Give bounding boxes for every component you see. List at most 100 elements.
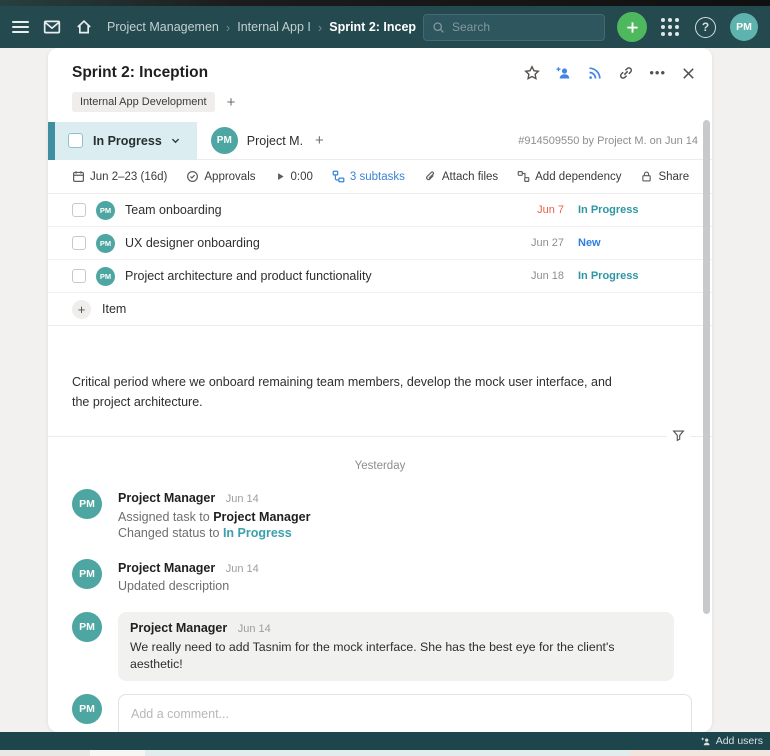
add-dependency-button[interactable]: Add dependency bbox=[517, 170, 621, 183]
dates-label: Jun 2–23 (16d) bbox=[90, 171, 167, 183]
approvals-label: Approvals bbox=[204, 171, 255, 183]
breadcrumb-task[interactable]: Sprint 2: Incep bbox=[329, 20, 416, 34]
copy-link-icon[interactable] bbox=[618, 65, 634, 81]
help-icon[interactable]: ? bbox=[695, 17, 716, 38]
chevron-down-icon bbox=[170, 135, 181, 146]
lock-icon bbox=[640, 170, 653, 183]
menu-icon[interactable] bbox=[12, 18, 29, 36]
task-checkbox[interactable] bbox=[68, 133, 83, 148]
search-input[interactable]: Search bbox=[423, 14, 605, 41]
add-users-label: Add users bbox=[716, 735, 763, 747]
breadcrumb-list[interactable]: Internal App I bbox=[237, 20, 311, 34]
subtask-title[interactable]: Project architecture and product functio… bbox=[125, 269, 372, 283]
feed-rss-icon[interactable] bbox=[587, 65, 603, 81]
subtask-checkbox[interactable] bbox=[72, 269, 86, 283]
activity-author[interactable]: Project Manager bbox=[118, 561, 215, 575]
task-created-meta: #914509550 by Project M. on Jun 14 bbox=[518, 135, 712, 147]
activity-author[interactable]: Project Manager bbox=[118, 491, 215, 505]
avatar: PM bbox=[72, 694, 102, 724]
activity-date: Jun 14 bbox=[226, 493, 259, 505]
more-options-icon[interactable]: ••• bbox=[649, 68, 666, 78]
comment-input[interactable] bbox=[131, 707, 679, 721]
breadcrumb: Project Managemen › Internal App I › Spr… bbox=[107, 20, 416, 35]
subtask-status[interactable]: In Progress bbox=[578, 270, 656, 282]
attach-files-button[interactable]: Attach files bbox=[424, 170, 498, 183]
search-placeholder: Search bbox=[452, 20, 490, 34]
avatar: PM bbox=[72, 559, 102, 589]
user-avatar[interactable]: PM bbox=[730, 13, 758, 41]
activity-comment: PM Project Manager Jun 14 We really need… bbox=[48, 612, 712, 682]
subtask-status[interactable]: In Progress bbox=[578, 204, 656, 216]
filter-funnel-icon[interactable] bbox=[667, 429, 690, 442]
approvals-button[interactable]: Approvals bbox=[186, 170, 255, 183]
favorite-star-icon[interactable] bbox=[524, 65, 540, 81]
comment-message: We really need to add Tasnim for the moc… bbox=[130, 639, 662, 672]
add-item-button[interactable]: + Item bbox=[48, 293, 712, 326]
apps-grid-icon[interactable] bbox=[661, 18, 679, 36]
home-icon[interactable] bbox=[75, 18, 93, 36]
avatar: PM bbox=[72, 489, 102, 519]
activity-entry: PM Project Manager Jun 14 Assigned task … bbox=[48, 489, 712, 542]
activity-day-label: Yesterday bbox=[48, 460, 712, 472]
assignee-chip[interactable]: PM Project M. bbox=[211, 127, 303, 154]
subtasks-button[interactable]: 3 subtasks bbox=[332, 170, 405, 183]
subtask-checkbox[interactable] bbox=[72, 203, 86, 217]
add-item-label: Item bbox=[102, 302, 126, 316]
subtasks-icon bbox=[332, 170, 345, 183]
subtask-due-date[interactable]: Jun 27 bbox=[518, 237, 564, 249]
subtask-checkbox[interactable] bbox=[72, 236, 86, 250]
add-users-button[interactable]: Add users bbox=[700, 735, 763, 747]
comment-author[interactable]: Project Manager bbox=[130, 621, 227, 635]
dependency-icon bbox=[517, 170, 530, 183]
play-icon bbox=[275, 171, 286, 182]
subtasks-label: 3 subtasks bbox=[350, 171, 405, 183]
table-row[interactable]: PM UX designer onboarding Jun 27 New bbox=[48, 227, 712, 260]
timer-button[interactable]: 0:00 bbox=[275, 171, 313, 183]
add-assignee-icon[interactable]: + bbox=[315, 132, 324, 149]
scrollbar[interactable] bbox=[703, 120, 710, 614]
comment-bubble[interactable]: Project Manager Jun 14 We really need to… bbox=[118, 612, 674, 682]
chevron-right-icon: › bbox=[318, 20, 322, 35]
bottom-status-bar: Add users bbox=[0, 732, 770, 750]
check-circle-icon bbox=[186, 170, 199, 183]
calendar-icon bbox=[72, 170, 85, 183]
subtask-due-date[interactable]: Jun 7 bbox=[518, 204, 564, 216]
subtask-due-date[interactable]: Jun 18 bbox=[518, 270, 564, 282]
status-dropdown[interactable]: In Progress bbox=[48, 122, 197, 160]
subtask-assignee-avatar: PM bbox=[96, 201, 115, 220]
activity-line: Updated description bbox=[118, 578, 259, 595]
background-page-strip bbox=[0, 750, 770, 756]
table-row[interactable]: PM Project architecture and product func… bbox=[48, 260, 712, 293]
top-navigation-bar: Project Managemen › Internal App I › Spr… bbox=[0, 0, 770, 48]
add-user-icon bbox=[700, 736, 712, 747]
status-link[interactable]: In Progress bbox=[223, 526, 292, 540]
status-label: In Progress bbox=[93, 134, 162, 148]
avatar: PM bbox=[72, 612, 102, 642]
add-tag-icon[interactable]: + bbox=[227, 94, 236, 111]
page-title: Sprint 2: Inception bbox=[72, 64, 208, 82]
subtask-title[interactable]: UX designer onboarding bbox=[125, 236, 260, 250]
subtask-status[interactable]: New bbox=[578, 237, 656, 249]
subtask-title[interactable]: Team onboarding bbox=[125, 203, 222, 217]
share-button[interactable]: Share bbox=[640, 170, 689, 183]
task-header-row: In Progress PM Project M. + #914509550 b… bbox=[48, 122, 712, 160]
dates-button[interactable]: Jun 2–23 (16d) bbox=[72, 170, 167, 183]
activity-line: Changed status to In Progress bbox=[118, 525, 310, 542]
subscribers-icon[interactable] bbox=[555, 65, 572, 81]
add-dependency-label: Add dependency bbox=[535, 171, 621, 183]
activity-divider bbox=[48, 436, 712, 437]
breadcrumb-project[interactable]: Project Managemen bbox=[107, 20, 219, 34]
close-icon[interactable] bbox=[681, 66, 696, 81]
task-description[interactable]: Critical period where we onboard remaini… bbox=[48, 326, 676, 412]
comment-input-box[interactable]: Aa Send bbox=[118, 694, 692, 732]
task-detail-panel: Sprint 2: Inception ••• Internal App Dev… bbox=[48, 48, 712, 732]
plus-icon: + bbox=[72, 300, 91, 319]
table-row[interactable]: PM Team onboarding Jun 7 In Progress bbox=[48, 194, 712, 227]
activity-entry: PM Project Manager Jun 14 Updated descri… bbox=[48, 559, 712, 595]
attach-files-label: Attach files bbox=[442, 171, 498, 183]
mail-icon[interactable] bbox=[43, 18, 61, 36]
comment-date: Jun 14 bbox=[238, 623, 271, 635]
create-new-button[interactable] bbox=[617, 12, 647, 42]
paperclip-icon bbox=[424, 170, 437, 183]
project-tag[interactable]: Internal App Development bbox=[72, 92, 215, 112]
